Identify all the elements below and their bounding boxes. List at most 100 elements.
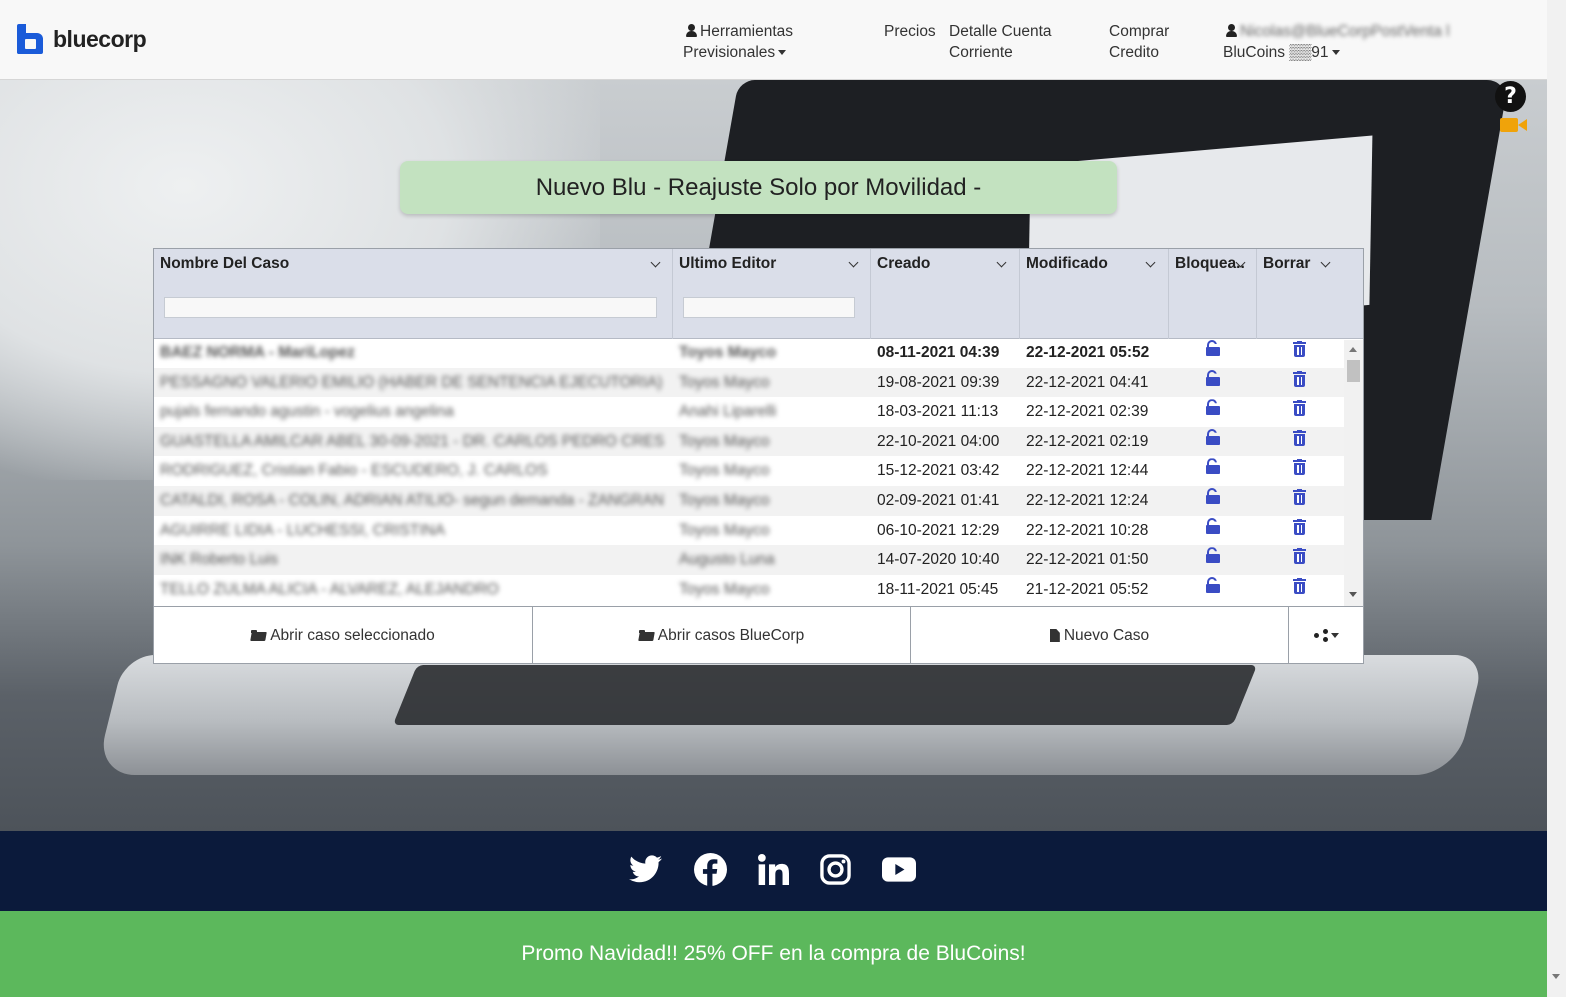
cases-grid: Nombre Del Caso Ultimo Editor Creado Mod… [153, 248, 1364, 664]
created-cell: 15-12-2021 03:42 [877, 462, 1000, 480]
modified-cell: 21-12-2021 05:52 [1026, 580, 1149, 598]
trash-icon[interactable] [1293, 518, 1306, 535]
case-name-cell: BAEZ NORMA - MariLopez [160, 344, 355, 361]
unlock-icon[interactable] [1206, 488, 1220, 504]
youtube-icon[interactable] [882, 852, 916, 886]
filter-editor-input[interactable] [683, 297, 855, 318]
column-header-bloqueado[interactable]: Bloquea.. [1169, 249, 1257, 339]
nav-prices-label: Precios [884, 23, 936, 40]
nav-detalle-cuenta[interactable]: Detalle Cuenta Corriente [949, 21, 1052, 63]
modified-cell: 22-12-2021 01:50 [1026, 551, 1149, 569]
editor-cell: Toyos Mayco [679, 462, 770, 480]
unlock-icon[interactable] [1206, 399, 1220, 416]
scroll-down-icon[interactable] [1552, 974, 1560, 979]
social-footer [0, 831, 1547, 911]
table-row[interactable]: GUASTELLA AMILCAR ABEL 30-09-2021 - DR. … [154, 426, 1344, 457]
open-bluecorp-cases-button[interactable]: Abrir casos BlueCorp [533, 607, 911, 664]
scroll-down-icon[interactable] [1349, 592, 1357, 597]
modified-cell: 22-12-2021 10:28 [1026, 521, 1149, 539]
top-navbar: bluecorp Herramientas Previsionales Prec… [0, 0, 1566, 80]
column-header-editor[interactable]: Ultimo Editor [673, 249, 871, 339]
table-row[interactable]: AGUIRRE LIDIA - LUCHESSI, CRISTINA Toyos … [154, 516, 1344, 546]
nav-user-coins: BluCoins ▒▒91 [1223, 44, 1329, 61]
trash-icon[interactable] [1293, 429, 1306, 446]
table-row[interactable]: pujals fernando agustin - vogelius angel… [154, 397, 1344, 427]
unlock-icon[interactable] [1206, 428, 1220, 445]
nav-user-dropdown[interactable]: Nicolas@BlueCorpPostVenta l BluCoins ▒▒9… [1223, 21, 1450, 63]
chevron-down-icon[interactable] [650, 257, 661, 268]
table-row[interactable]: INK Roberto Luis Augusto Luna 14-07-2020 1… [154, 545, 1344, 575]
instagram-icon[interactable] [818, 852, 852, 886]
video-camera-icon[interactable] [1500, 117, 1527, 133]
nav-precios[interactable]: Precios [884, 21, 936, 42]
editor-cell: Toyos Mayco [679, 344, 777, 361]
column-label: Borrar [1263, 255, 1311, 272]
editor-cell: Augusto Luna [679, 551, 775, 569]
table-row[interactable]: TELLO ZULMA ALICIA - ALVAREZ, ALEJANDRO T… [154, 575, 1344, 605]
nav-buy-line2: Credito [1109, 44, 1159, 61]
chevron-down-icon[interactable] [996, 257, 1007, 268]
page-scrollbar[interactable] [1547, 0, 1566, 997]
column-label: Modificado [1026, 255, 1108, 272]
trash-icon[interactable] [1293, 370, 1306, 387]
table-row[interactable]: RODRIGUEZ, Cristian Fabio - ESCUDERO, J.… [154, 456, 1344, 486]
nav-herramientas-dropdown[interactable]: Herramientas Previsionales [683, 21, 793, 63]
editor-cell: Toyos Mayco [679, 521, 770, 539]
unlock-icon[interactable] [1206, 547, 1220, 564]
twitter-icon[interactable] [628, 852, 662, 886]
case-name-cell: INK Roberto Luis [160, 551, 279, 569]
share-menu-button[interactable] [1289, 607, 1363, 664]
column-header-borrar[interactable]: Borrar [1257, 249, 1363, 339]
unlock-icon[interactable] [1206, 576, 1220, 593]
nav-account-line1: Detalle Cuenta [949, 23, 1052, 40]
unlock-icon[interactable] [1206, 517, 1220, 534]
open-bluecorp-label: Abrir casos BlueCorp [657, 626, 805, 644]
created-cell: 14-07-2020 10:40 [877, 551, 1000, 569]
linkedin-icon[interactable] [756, 852, 790, 886]
caret-down-icon [778, 50, 787, 56]
table-row[interactable]: PESSAGNO VALERIO EMILIO (HABER DE SENTEN… [154, 367, 1344, 398]
page-title: Nuevo Blu - Reajuste Solo por Movilidad … [535, 173, 982, 201]
folder-open-icon [251, 630, 266, 641]
facebook-icon[interactable] [693, 852, 727, 886]
grid-footer-toolbar: Abrir caso seleccionado Abrir casos Blue… [154, 606, 1363, 664]
open-selected-case-button[interactable]: Abrir caso seleccionado [154, 607, 533, 664]
grid-scrollbar[interactable] [1344, 340, 1363, 606]
new-case-button[interactable]: Nuevo Caso [911, 607, 1289, 664]
column-header-nombre[interactable]: Nombre Del Caso [154, 249, 673, 339]
trash-icon[interactable] [1293, 548, 1306, 565]
unlock-icon[interactable] [1206, 369, 1220, 386]
table-row[interactable]: CATALDI, ROSA - COLIN, ADRIAN ATILIO- se… [154, 486, 1344, 516]
open-selected-label: Abrir caso seleccionado [270, 626, 435, 644]
created-cell: 19-08-2021 09:39 [877, 373, 1000, 391]
chevron-down-icon[interactable] [1145, 257, 1156, 268]
created-cell: 18-03-2021 11:13 [877, 403, 999, 421]
chevron-down-icon[interactable] [1320, 257, 1331, 268]
column-header-modificado[interactable]: Modificado [1020, 249, 1169, 339]
scroll-up-icon[interactable] [1349, 347, 1357, 352]
modified-cell: 22-12-2021 12:24 [1026, 492, 1149, 509]
editor-cell: Anahi Liparelli [679, 403, 777, 421]
column-header-creado[interactable]: Creado [871, 249, 1020, 339]
grid-header: Nombre Del Caso Ultimo Editor Creado Mod… [154, 249, 1363, 339]
scroll-thumb[interactable] [1347, 360, 1360, 382]
chevron-down-icon[interactable] [848, 257, 859, 268]
folder-open-icon [638, 630, 654, 641]
trash-icon[interactable] [1293, 400, 1306, 417]
trash-icon[interactable] [1293, 459, 1306, 476]
bluecorp-logo-icon [17, 24, 43, 54]
nav-comprar-credito[interactable]: Comprar Credito [1109, 21, 1169, 63]
filter-nombre-input[interactable] [164, 297, 657, 318]
case-name-cell: PESSAGNO VALERIO EMILIO (HABER DE SENTEN… [160, 373, 665, 391]
trash-icon[interactable] [1293, 489, 1306, 505]
bluecorp-logo[interactable]: bluecorp [17, 24, 147, 54]
trash-icon[interactable] [1293, 577, 1306, 594]
caret-down-icon [1330, 633, 1339, 638]
unlock-icon[interactable] [1206, 458, 1220, 475]
unlock-icon[interactable] [1206, 340, 1220, 356]
trash-icon[interactable] [1293, 341, 1306, 357]
editor-cell: Toyos Mayco [679, 492, 770, 509]
table-row[interactable]: BAEZ NORMA - MariLopez Toyos Mayco 08-11-2… [154, 340, 1344, 368]
help-icon[interactable]: ? [1495, 81, 1526, 112]
promo-banner[interactable]: Promo Navidad!! 25% OFF en la compra de … [0, 911, 1547, 997]
